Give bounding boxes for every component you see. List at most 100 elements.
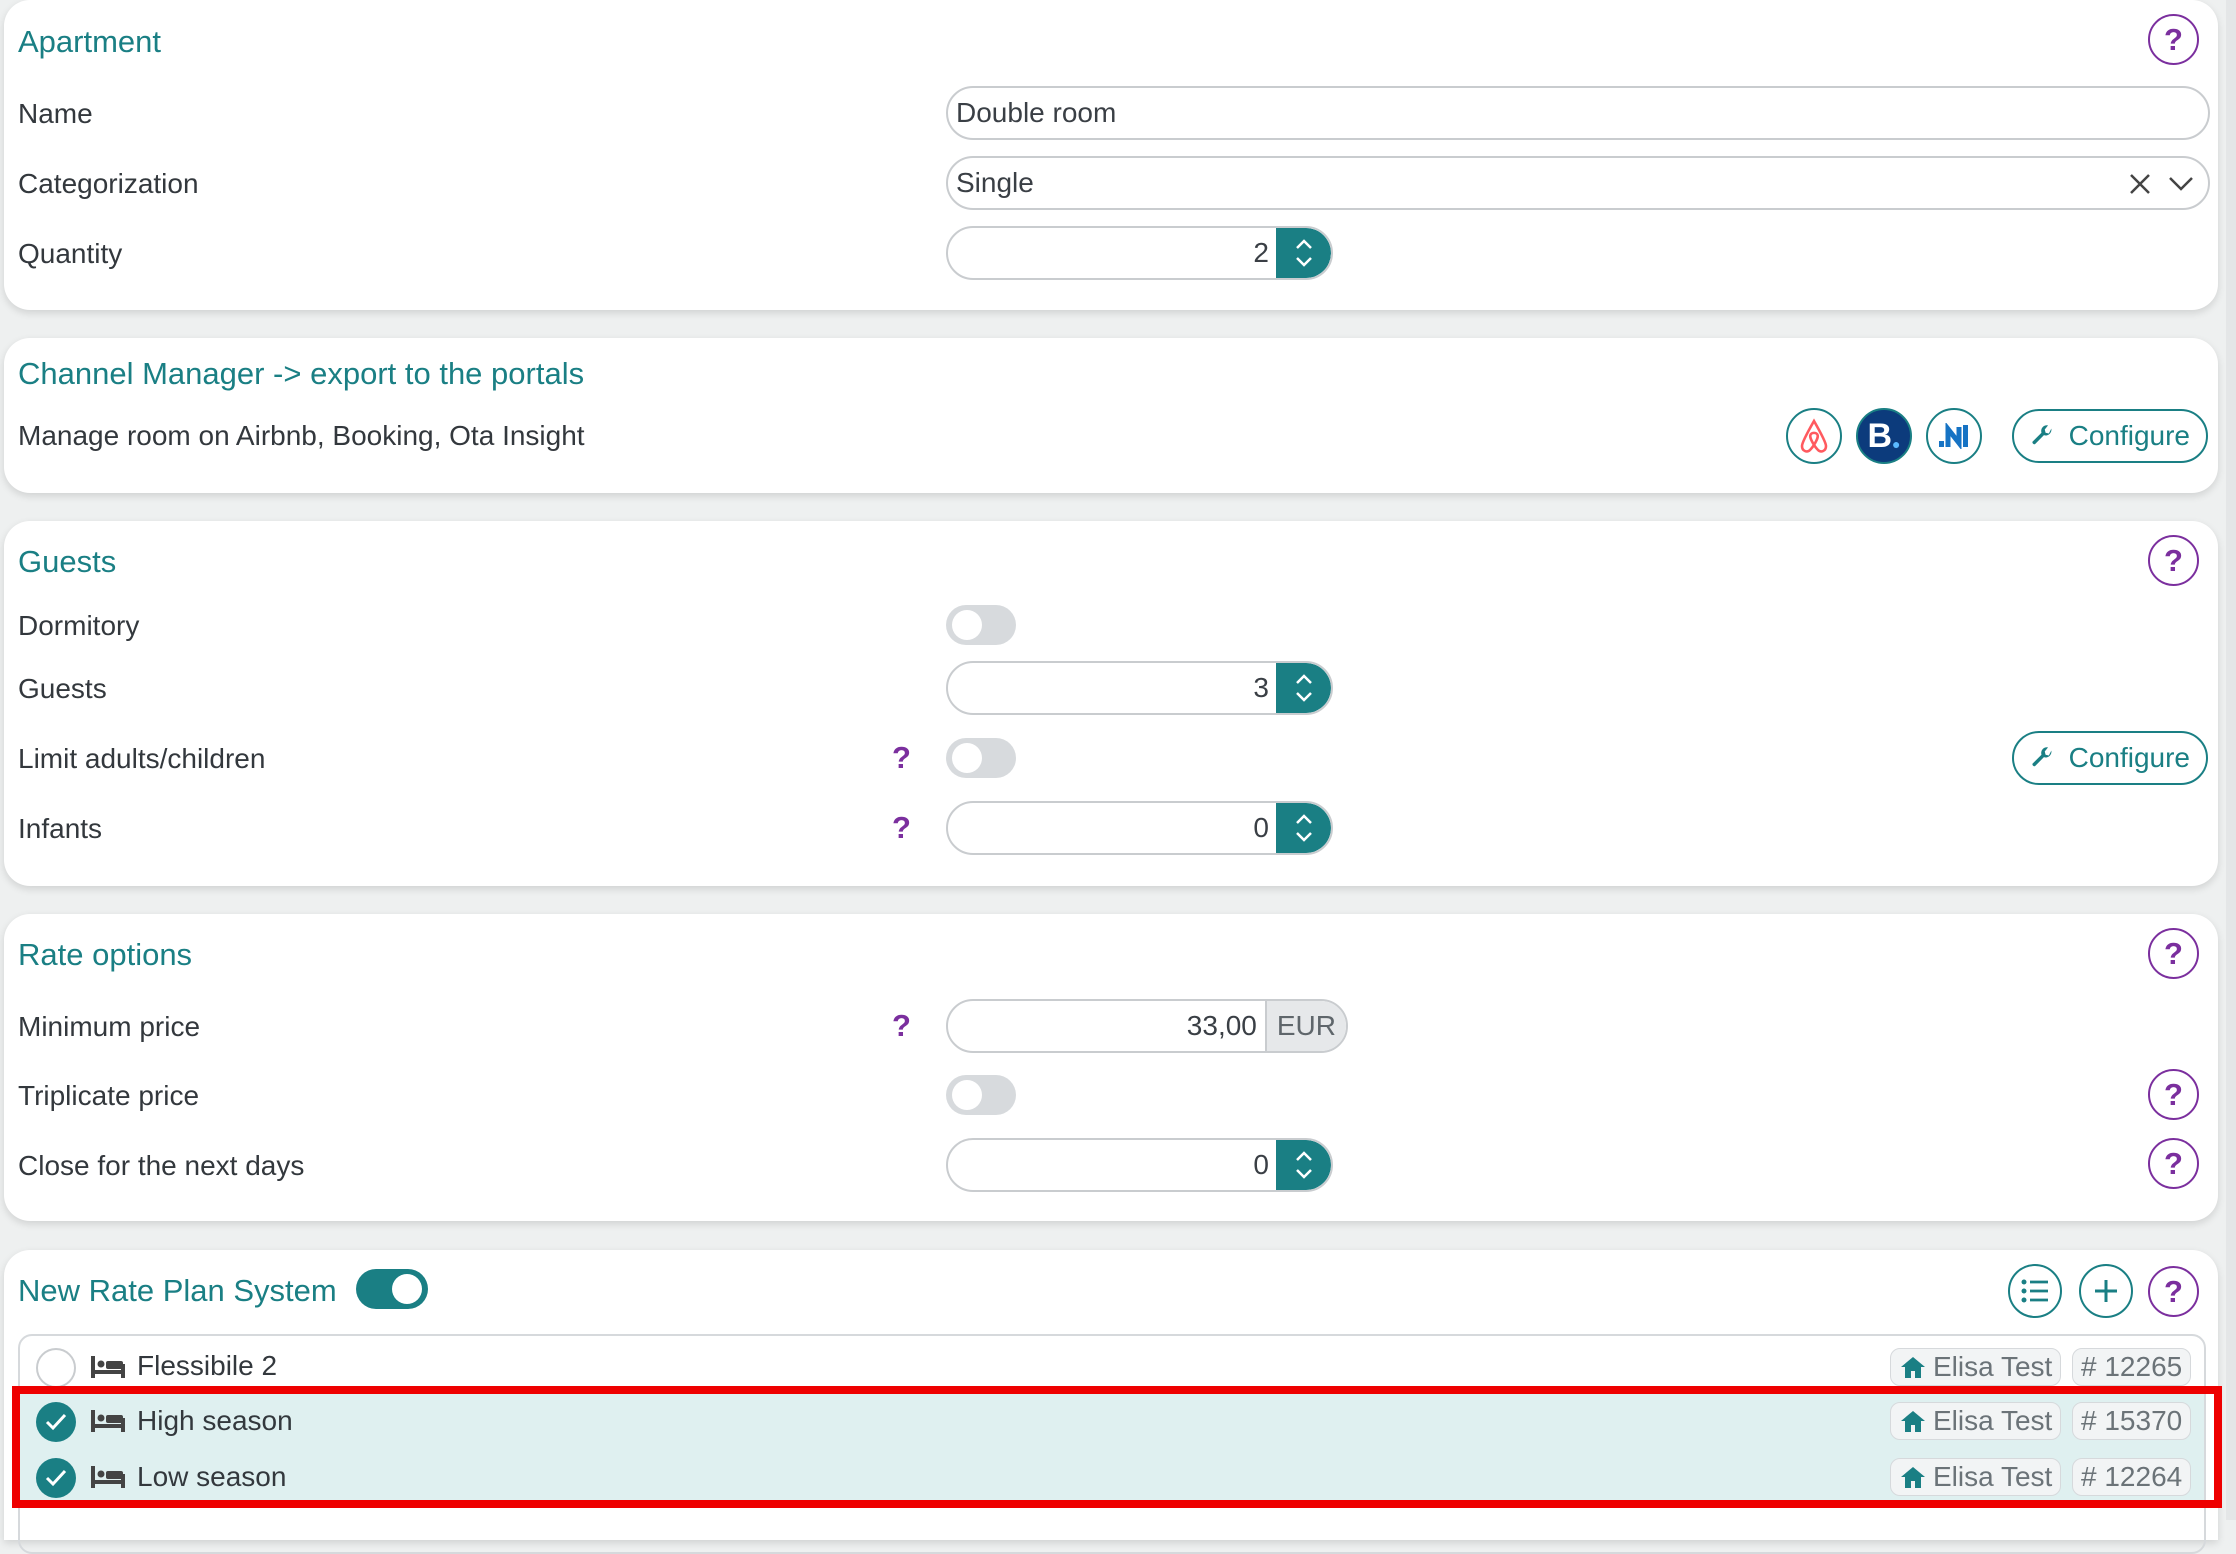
guests-stepper-arrows[interactable] [1276, 663, 1331, 713]
quantity-label: Quantity [18, 238, 123, 269]
rate-plan-checkbox[interactable] [36, 1402, 76, 1442]
close-next-days-help-button[interactable]: ? [2148, 1138, 2199, 1189]
property-name: Elisa Test [1933, 1461, 2053, 1492]
infants-value: 0 [1253, 812, 1269, 843]
triplicate-price-label: Triplicate price [18, 1080, 200, 1111]
chevron-up-icon[interactable] [1295, 673, 1313, 685]
channel-configure-label: Configure [2068, 420, 2190, 451]
guests-value: 3 [1253, 672, 1269, 703]
rate-plan-card: New Rate Plan System ? Flessibile 2 Elis… [4, 1250, 2218, 1554]
property-badge: Elisa Test [1890, 1348, 2062, 1386]
property-badge: Elisa Test [1890, 1458, 2062, 1496]
guests-configure-button[interactable]: Configure [2012, 731, 2208, 785]
apartment-help-button[interactable]: ? [2148, 14, 2199, 65]
limit-adults-children-label: Limit adults/children [18, 743, 266, 774]
rate-plan-row[interactable]: Flessibile 2 Elisa Test # 12265 [20, 1338, 2204, 1394]
rate-plan-name: High season [137, 1405, 293, 1436]
rate-id: # 12264 [2081, 1461, 2183, 1492]
rate-plan-toggle[interactable] [356, 1269, 428, 1309]
rate-plan-add-button[interactable] [2079, 1264, 2133, 1318]
rate-plan-row[interactable]: High season Elisa Test # 15370 [20, 1394, 2204, 1450]
infants-stepper-arrows[interactable] [1276, 803, 1331, 853]
name-value: Double room [956, 97, 1117, 128]
rate-options-card: Rate options ? Minimum price ? 33,00 EUR… [4, 914, 2218, 1221]
categorization-value: Single [956, 167, 1034, 198]
property-badge: Elisa Test [1890, 1402, 2062, 1440]
rate-plan-name: Flessibile 2 [137, 1350, 278, 1381]
bed-icon [91, 1466, 125, 1488]
minimum-price-value: 33,00 [1186, 1010, 1257, 1041]
chevron-up-icon[interactable] [1295, 813, 1313, 825]
rate-id: # 12265 [2081, 1351, 2183, 1382]
home-icon [1901, 1357, 1925, 1378]
check-icon [45, 1413, 67, 1431]
rate-id-badge: # 12264 [2072, 1458, 2192, 1496]
rate-options-title: Rate options [18, 937, 193, 972]
minimum-price-input[interactable]: 33,00 EUR [946, 999, 1348, 1053]
categorization-select[interactable]: Single [946, 156, 2210, 210]
channel-manager-card: Channel Manager -> export to the portals… [4, 338, 2218, 493]
bed-icon [91, 1356, 125, 1378]
check-icon [45, 1469, 67, 1487]
guests-stepper[interactable]: 3 [946, 661, 1333, 715]
rate-plan-row[interactable]: Low season Elisa Test # 12264 [20, 1450, 2204, 1506]
quantity-stepper-arrows[interactable] [1276, 228, 1331, 278]
close-next-days-stepper[interactable]: 0 [946, 1138, 1333, 1192]
plus-icon [2095, 1280, 2117, 1302]
chevron-down-icon[interactable] [1295, 691, 1313, 703]
rate-plan-checkbox[interactable] [36, 1458, 76, 1498]
toggle-knob [952, 610, 982, 640]
rate-id: # 15370 [2081, 1405, 2183, 1436]
chevron-down-icon[interactable] [2168, 175, 2194, 193]
close-next-days-value: 0 [1253, 1149, 1269, 1180]
name-label: Name [18, 98, 93, 129]
airbnb-icon[interactable] [1786, 408, 1842, 464]
limit-help-icon[interactable]: ? [892, 740, 911, 776]
chevron-up-icon[interactable] [1295, 238, 1313, 250]
apartment-card: Apartment ? Name Double room Categorizat… [4, 0, 2218, 310]
ota-insight-icon[interactable] [1926, 408, 1982, 464]
rate-plan-checkbox[interactable] [36, 1348, 76, 1388]
guests-card: Guests ? Dormitory Guests 3 Limit adults… [4, 521, 2218, 886]
triplicate-price-help-button[interactable]: ? [2148, 1069, 2199, 1120]
channel-configure-button[interactable]: Configure [2012, 409, 2208, 463]
currency-addon: EUR [1264, 1001, 1346, 1051]
limit-adults-children-toggle[interactable] [946, 738, 1016, 778]
infants-help-icon[interactable]: ? [892, 810, 911, 846]
quantity-stepper[interactable]: 2 [946, 226, 1333, 280]
rate-plan-help-button[interactable]: ? [2148, 1266, 2199, 1317]
chevron-down-icon[interactable] [1295, 256, 1313, 268]
guests-help-button[interactable]: ? [2148, 535, 2199, 586]
toggle-knob [392, 1274, 422, 1304]
rate-plan-list-button[interactable] [2008, 1264, 2062, 1318]
close-next-days-label: Close for the next days [18, 1150, 305, 1181]
triplicate-price-toggle[interactable] [946, 1075, 1016, 1115]
close-stepper-arrows[interactable] [1276, 1140, 1331, 1190]
dormitory-toggle[interactable] [946, 605, 1016, 645]
home-icon [1901, 1467, 1925, 1488]
rate-id-badge: # 15370 [2072, 1402, 2192, 1440]
wrench-icon [2032, 747, 2052, 767]
toggle-knob [952, 1080, 982, 1110]
quantity-value: 2 [1253, 237, 1269, 268]
rate-plan-title: New Rate Plan System [18, 1273, 337, 1308]
dormitory-label: Dormitory [18, 610, 140, 641]
clear-icon[interactable] [2128, 172, 2152, 196]
guests-label: Guests [18, 673, 107, 704]
chevron-down-icon[interactable] [1295, 1168, 1313, 1180]
toggle-knob [952, 743, 982, 773]
property-name: Elisa Test [1933, 1351, 2053, 1382]
wrench-icon [2032, 425, 2052, 445]
name-input[interactable]: Double room [946, 86, 2210, 140]
categorization-label: Categorization [18, 168, 199, 199]
rate-options-help-button[interactable]: ? [2148, 928, 2199, 979]
infants-stepper[interactable]: 0 [946, 801, 1333, 855]
channel-manager-title: Channel Manager -> export to the portals [18, 356, 585, 391]
rate-plan-name: Low season [137, 1461, 287, 1492]
list-icon [2021, 1279, 2048, 1303]
chevron-down-icon[interactable] [1295, 831, 1313, 843]
chevron-up-icon[interactable] [1295, 1150, 1313, 1162]
booking-icon[interactable]: B ● [1856, 408, 1912, 464]
minimum-price-help-icon[interactable]: ? [892, 1008, 911, 1044]
minimum-price-label: Minimum price [18, 1011, 201, 1042]
